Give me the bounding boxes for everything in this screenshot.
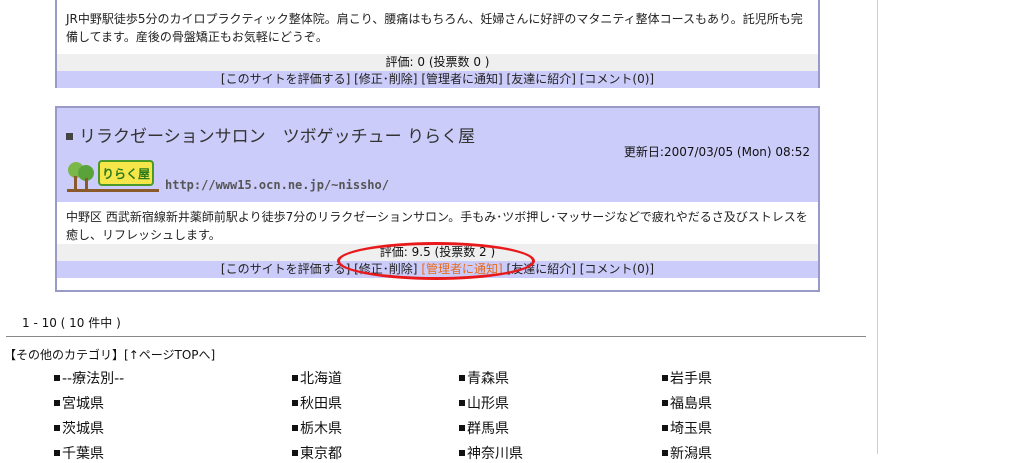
square-bullet-icon	[662, 450, 668, 456]
square-bullet-icon	[54, 375, 60, 381]
category-link[interactable]: 山形県	[459, 393, 509, 413]
category-link[interactable]: 神奈川県	[459, 443, 523, 463]
edit-delete-link[interactable]: [修正･削除]	[354, 262, 417, 276]
listing-rating: 評価: 9.5 (投票数 2 )	[57, 244, 818, 261]
square-bullet-icon	[662, 400, 668, 406]
square-bullet-icon	[54, 450, 60, 456]
category-link[interactable]: 福島県	[662, 393, 712, 413]
square-bullet-icon	[292, 425, 298, 431]
right-divider	[877, 0, 878, 454]
square-bullet-icon	[292, 400, 298, 406]
rate-site-link[interactable]: [このサイトを評価する]	[221, 72, 350, 86]
updated-date: 更新日:2007/03/05 (Mon) 08:52	[623, 145, 810, 159]
site-logo[interactable]: りらく屋	[67, 158, 159, 192]
category-link[interactable]: 秋田県	[292, 393, 342, 413]
square-bullet-icon	[459, 450, 465, 456]
square-bullet-icon	[662, 425, 668, 431]
comment-link[interactable]: [コメント(0)]	[580, 262, 654, 276]
category-link[interactable]: 千葉県	[54, 443, 104, 463]
site-url-link[interactable]: http://www15.ocn.ne.jp/~nissho/	[165, 178, 389, 192]
listing-description: JR中野駅徒歩5分のカイロプラクティック整体院。肩こり、腰痛はもちろん、妊婦さん…	[66, 12, 803, 44]
listing-action-links: [このサイトを評価する] [修正･削除] [管理者に通知] [友達に紹介] [コ…	[57, 261, 818, 278]
comment-link[interactable]: [コメント(0)]	[580, 72, 654, 86]
category-link[interactable]: 北海道	[292, 368, 342, 388]
category-link[interactable]: 青森県	[459, 368, 509, 388]
notify-admin-link[interactable]: [管理者に通知]	[421, 72, 502, 86]
square-bullet-icon	[662, 375, 668, 381]
listing-card-1: JR中野駅徒歩5分のカイロプラクティック整体院。肩こり、腰痛はもちろん、妊婦さん…	[55, 0, 820, 88]
listing-card-2: リラクゼーションサロン ツボゲッチュー りらく屋 更新日:2007/03/05 …	[55, 106, 820, 292]
listing-action-links: [このサイトを評価する] [修正･削除] [管理者に通知] [友達に紹介] [コ…	[57, 71, 818, 88]
square-bullet-icon	[292, 375, 298, 381]
square-bullet-icon	[54, 425, 60, 431]
rate-site-link[interactable]: [このサイトを評価する]	[221, 262, 350, 276]
listing-title[interactable]: リラクゼーションサロン ツボゲッチュー りらく屋	[66, 122, 475, 147]
category-link[interactable]: 栃木県	[292, 418, 342, 438]
category-link[interactable]: 東京都	[292, 443, 342, 463]
listing-header: リラクゼーションサロン ツボゲッチュー りらく屋 更新日:2007/03/05 …	[57, 108, 818, 202]
square-bullet-icon	[66, 133, 73, 140]
logo-text: りらく屋	[102, 167, 150, 181]
section-divider	[6, 336, 866, 337]
square-bullet-icon	[292, 450, 298, 456]
other-category-bar: 【その他のカテゴリ】[↑ページTOPへ]	[4, 346, 215, 363]
edit-delete-link[interactable]: [修正･削除]	[354, 72, 417, 86]
page-top-link[interactable]: [↑ページTOPへ]	[124, 348, 215, 362]
tell-friend-link[interactable]: [友達に紹介]	[507, 262, 576, 276]
notify-admin-link[interactable]: [管理者に通知]	[421, 262, 502, 276]
category-link[interactable]: 新潟県	[662, 443, 712, 463]
category-link[interactable]: 茨城県	[54, 418, 104, 438]
square-bullet-icon	[459, 425, 465, 431]
listing-rating: 評価: 0 (投票数 0 )	[57, 54, 818, 71]
other-category-label: 【その他のカテゴリ】	[4, 348, 125, 362]
tell-friend-link[interactable]: [友達に紹介]	[507, 72, 576, 86]
pagination-info: 1 - 10 ( 10 件中 )	[22, 316, 121, 330]
listing-description: 中野区 西武新宿線新井薬師前駅より徒歩7分のリラクゼーションサロン。手もみ･ツボ…	[66, 210, 808, 242]
square-bullet-icon	[459, 400, 465, 406]
square-bullet-icon	[54, 400, 60, 406]
category-link[interactable]: 岩手県	[662, 368, 712, 388]
category-link[interactable]: 埼玉県	[662, 418, 712, 438]
category-link[interactable]: 宮城県	[54, 393, 104, 413]
category-link[interactable]: --療法別--	[54, 368, 124, 388]
square-bullet-icon	[459, 375, 465, 381]
category-link[interactable]: 群馬県	[459, 418, 509, 438]
